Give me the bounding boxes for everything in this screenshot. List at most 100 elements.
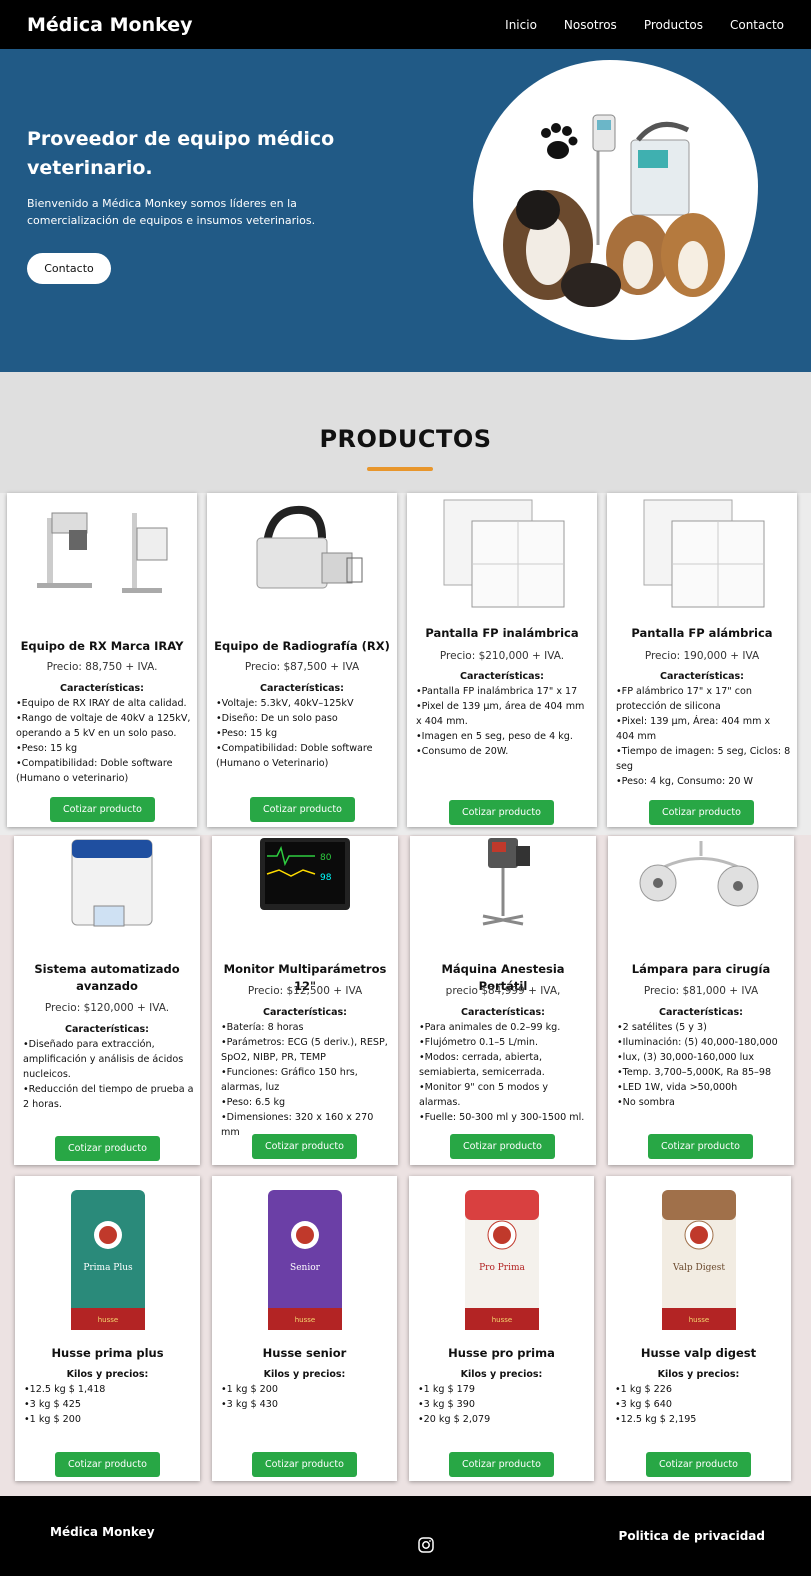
feature-item: Peso: 6.5 kg	[221, 1095, 392, 1110]
product-prices-heading: Kilos y precios:	[657, 1369, 740, 1380]
feature-item: Fuelle: 50-300 ml y 300-1500 ml.	[419, 1110, 590, 1125]
price-item: 20 kg $ 2,079	[418, 1412, 588, 1427]
price-item: 1 kg $ 179	[418, 1382, 588, 1397]
feature-item: Diseño: De un solo paso	[216, 711, 391, 726]
product-image	[14, 836, 200, 931]
footer-brand[interactable]: Médica Monkey	[50, 1525, 155, 1539]
top-navbar: Médica Monkey Inicio Nosotros Productos …	[0, 0, 811, 49]
product-prices-heading: Kilos y precios:	[460, 1369, 543, 1380]
product-features-heading: Características:	[461, 1007, 545, 1018]
product-card: Sistema automatizado avanzado Precio: $1…	[14, 836, 200, 1165]
price-item: 12.5 kg $ 1,418	[24, 1382, 194, 1397]
product-card: 80 98 Monitor Multiparámetros 12" Precio…	[212, 836, 398, 1165]
product-card: Prima Plus husse Husse prima plus Kilos …	[15, 1176, 200, 1481]
price-item: 1 kg $ 200	[24, 1412, 194, 1427]
hero-contact-button[interactable]: Contacto	[27, 253, 111, 284]
price-item: 12.5 kg $ 2,195	[615, 1412, 785, 1427]
quote-button[interactable]: Cotizar producto	[648, 1134, 753, 1159]
feature-item: Imagen en 5 seg, peso de 4 kg.	[416, 729, 591, 744]
quote-button[interactable]: Cotizar producto	[450, 1134, 555, 1159]
product-card: Valp Digest husse Husse valp digest Kilo…	[606, 1176, 791, 1481]
feature-item: Batería: 8 horas	[221, 1020, 392, 1035]
quote-button[interactable]: Cotizar producto	[449, 1452, 554, 1477]
hero-image	[473, 60, 758, 340]
product-card: Senior husse Husse senior Kilos y precio…	[212, 1176, 397, 1481]
feature-item: Temp. 3,700–5,000K, Ra 85–98	[617, 1065, 788, 1080]
nav-link-contacto[interactable]: Contacto	[730, 18, 784, 32]
feature-item: Monitor 9" con 5 modos y alarmas.	[419, 1080, 590, 1110]
feature-item: Pixel: 139 µm, Área: 404 mm x 404 mm	[616, 714, 791, 744]
product-prices: 1 kg $ 200 3 kg $ 430	[221, 1382, 391, 1412]
price-item: 3 kg $ 640	[615, 1397, 785, 1412]
feature-item: Equipo de RX IRAY de alta calidad.	[16, 696, 191, 711]
bag-brand: husse	[491, 1316, 511, 1324]
feature-item: Voltaje: 5.3kV, 40kV–125kV	[216, 696, 391, 711]
quote-button[interactable]: Cotizar producto	[646, 1452, 751, 1477]
instagram-icon[interactable]	[418, 1537, 434, 1553]
feature-item: LED 1W, vida >50,000h	[617, 1080, 788, 1095]
price-item: 1 kg $ 200	[221, 1382, 391, 1397]
product-features-heading: Características:	[260, 683, 344, 694]
product-price: Precio: $81,000 + IVA	[643, 985, 759, 997]
feature-item: Compatibilidad: Doble software (Humano o…	[216, 741, 391, 771]
privacy-policy-link[interactable]: Politica de privacidad	[619, 1529, 765, 1543]
product-features-heading: Características:	[460, 671, 544, 682]
product-title: Pantalla FP alámbrica	[631, 626, 773, 640]
feature-item: Rango de voltaje de 40kV a 125kV, operan…	[16, 711, 191, 741]
products-header: PRODUCTOS	[0, 372, 811, 493]
feature-item: 2 satélites (5 y 3)	[617, 1020, 788, 1035]
nav-link-inicio[interactable]: Inicio	[505, 18, 537, 32]
quote-button[interactable]: Cotizar producto	[649, 800, 754, 825]
feature-item: Diseñado para extracción, amplificación …	[23, 1037, 194, 1082]
quote-button[interactable]: Cotizar producto	[252, 1452, 357, 1477]
quote-button[interactable]: Cotizar producto	[50, 797, 155, 822]
quote-button[interactable]: Cotizar producto	[250, 797, 355, 822]
product-image	[410, 836, 596, 931]
bag-brand: husse	[294, 1316, 314, 1324]
nav-link-productos[interactable]: Productos	[644, 18, 703, 32]
product-price: Precio: 88,750 + IVA.	[46, 661, 158, 673]
product-title: Pantalla FP inalámbrica	[425, 626, 579, 640]
product-image	[7, 493, 197, 613]
feature-item: Compatibilidad: Doble software (Humano o…	[16, 756, 191, 786]
product-image: Valp Digest husse	[606, 1190, 791, 1330]
product-card: Equipo de RX Marca IRAY Precio: 88,750 +…	[7, 493, 197, 827]
product-card: Equipo de Radiografía (RX) Precio: $87,5…	[207, 493, 397, 827]
feature-item: Para animales de 0.2–99 kg.	[419, 1020, 590, 1035]
product-price: Precio: $120,000 + IVA.	[44, 1002, 170, 1014]
feature-item: Iluminación: (5) 40,000-180,000	[617, 1035, 788, 1050]
product-features: Pantalla FP inalámbrica 17" x 17 Pixel d…	[416, 684, 591, 759]
quote-button[interactable]: Cotizar producto	[449, 800, 554, 825]
product-features: Batería: 8 horas Parámetros: ECG (5 deri…	[221, 1020, 392, 1140]
svg-text:80: 80	[320, 853, 332, 863]
product-prices: 12.5 kg $ 1,418 3 kg $ 425 1 kg $ 200	[24, 1382, 194, 1427]
product-image: 80 98	[212, 836, 398, 916]
product-features: Para animales de 0.2–99 kg. Flujómetro 0…	[419, 1020, 590, 1125]
product-prices: 1 kg $ 179 3 kg $ 390 20 kg $ 2,079	[418, 1382, 588, 1427]
product-features: FP alámbrico 17" x 17" con protección de…	[616, 684, 791, 789]
title-underline	[367, 467, 433, 471]
feature-item: Tiempo de imagen: 5 seg, Ciclos: 8 seg	[616, 744, 791, 774]
feature-item: Flujómetro 0.1–5 L/min.	[419, 1035, 590, 1050]
hero-title: Proveedor de equipo médico veterinario.	[27, 128, 335, 179]
feature-item: Peso: 4 kg, Consumo: 20 W	[616, 774, 791, 789]
product-title: Husse valp digest	[640, 1346, 757, 1360]
product-features: Voltaje: 5.3kV, 40kV–125kV Diseño: De un…	[216, 696, 391, 771]
product-prices: 1 kg $ 226 3 kg $ 640 12.5 kg $ 2,195	[615, 1382, 785, 1427]
feature-item: Peso: 15 kg	[16, 741, 191, 756]
product-prices-heading: Kilos y precios:	[263, 1369, 346, 1380]
feature-item: FP alámbrico 17" x 17" con protección de…	[616, 684, 791, 714]
feature-item: Pixel de 139 µm, área de 404 mm x 404 mm…	[416, 699, 591, 729]
quote-button[interactable]: Cotizar producto	[55, 1452, 160, 1477]
quote-button[interactable]: Cotizar producto	[252, 1134, 357, 1159]
quote-button[interactable]: Cotizar producto	[55, 1136, 160, 1161]
brand-logo[interactable]: Médica Monkey	[27, 14, 193, 36]
bag-label: Valp Digest	[672, 1263, 725, 1273]
nav-link-nosotros[interactable]: Nosotros	[564, 18, 617, 32]
bag-label: Senior	[290, 1263, 321, 1273]
product-features: Diseñado para extracción, amplificación …	[23, 1037, 194, 1112]
price-item: 1 kg $ 226	[615, 1382, 785, 1397]
product-prices-heading: Kilos y precios:	[66, 1369, 149, 1380]
products-title: PRODUCTOS	[319, 425, 492, 453]
feature-item: No sombra	[617, 1095, 788, 1110]
